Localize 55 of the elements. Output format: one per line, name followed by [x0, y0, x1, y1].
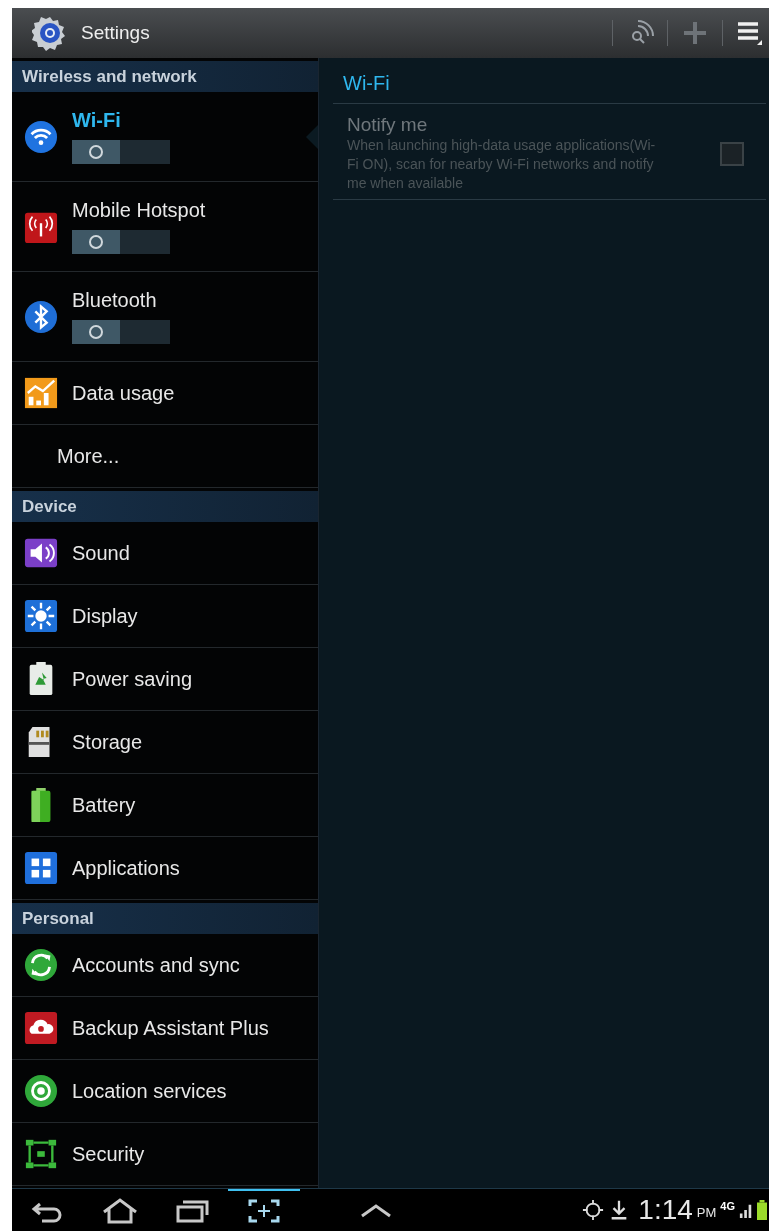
item-label: Data usage	[72, 381, 175, 405]
section-header: Personal	[12, 903, 318, 934]
network-type: 4G	[720, 1200, 735, 1212]
settings-item[interactable]: Location services	[12, 1060, 318, 1123]
bluetooth-icon	[24, 299, 58, 334]
settings-item[interactable]: Security	[12, 1123, 318, 1186]
lock-grid-icon	[24, 1137, 58, 1171]
settings-item[interactable]: Applications	[12, 837, 318, 900]
section-header: Device	[12, 491, 318, 522]
am-pm: PM	[696, 1205, 717, 1220]
item-label: Mobile Hotspot	[72, 199, 206, 222]
settings-item[interactable]: Mobile Hotspot	[12, 182, 318, 272]
chart-icon	[24, 376, 58, 410]
item-label: Accounts and sync	[72, 953, 240, 977]
settings-item[interactable]: Accounts and sync	[12, 934, 318, 997]
clock: 1:14	[638, 1194, 693, 1226]
item-label: Wi-Fi	[72, 109, 122, 132]
toggle-switch[interactable]	[72, 320, 170, 344]
settings-icon[interactable]	[32, 15, 68, 51]
item-label: Backup Assistant Plus	[72, 1016, 269, 1040]
sun-icon	[24, 599, 58, 633]
item-label: Sound	[72, 541, 130, 565]
preference-summary: When launching high-data usage applications(Wi-Fi ON), scan for nearby Wi-Fi networks and notify me when available	[347, 136, 657, 193]
app-title: Settings	[81, 22, 150, 44]
settings-item[interactable]: Power saving	[12, 648, 318, 711]
target-icon	[24, 1074, 58, 1108]
sync-icon	[24, 948, 58, 982]
wifi-icon	[24, 119, 58, 154]
settings-item[interactable]: Battery	[12, 774, 318, 837]
settings-item[interactable]: Display	[12, 585, 318, 648]
item-label: Battery	[72, 793, 136, 817]
category-title: Wi-Fi	[333, 72, 766, 104]
preference-title: Notify me	[347, 114, 429, 136]
settings-item[interactable]: Sound	[12, 522, 318, 585]
item-label: Storage	[72, 730, 143, 754]
settings-item[interactable]: Backup Assistant Plus	[12, 997, 318, 1060]
cloud-icon	[24, 1011, 58, 1045]
item-label: Display	[72, 604, 138, 628]
settings-item[interactable]: Storage	[12, 711, 318, 774]
item-label: More...	[57, 444, 120, 468]
settings-item[interactable]: Bluetooth	[12, 272, 318, 362]
settings-item[interactable]: Data usage	[12, 362, 318, 425]
item-label: Security	[72, 1142, 145, 1166]
section-header: Wireless and network	[12, 61, 318, 92]
item-label: Power saving	[72, 667, 193, 691]
battery-icon	[757, 1199, 767, 1221]
item-label: Applications	[72, 856, 180, 880]
item-label: Bluetooth	[72, 289, 158, 312]
grid-icon	[24, 851, 58, 885]
speaker-icon	[24, 536, 58, 570]
toggle-switch[interactable]	[72, 230, 170, 254]
settings-item[interactable]: More...	[12, 425, 318, 488]
gps-icon	[582, 1199, 605, 1221]
toggle-switch[interactable]	[72, 140, 170, 164]
item-label: Location services	[72, 1079, 227, 1103]
